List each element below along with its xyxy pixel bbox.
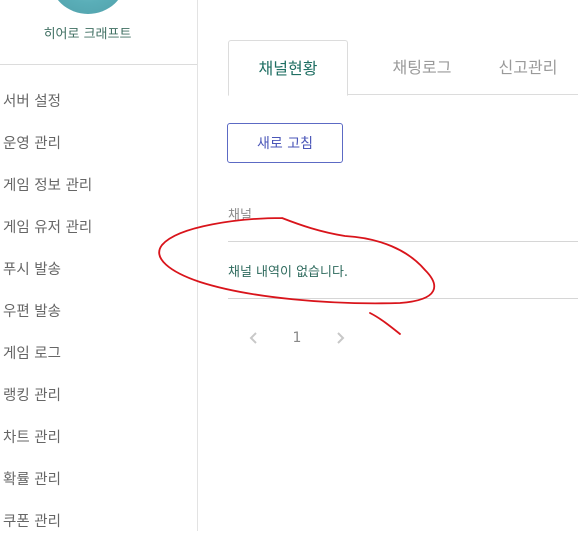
refresh-button[interactable]: 새로 고침 bbox=[227, 123, 343, 163]
table-bottom-divider bbox=[228, 298, 578, 299]
tab-report-management[interactable]: 신고관리 bbox=[484, 40, 572, 94]
sidebar: 히어로 크래프트 서버 설정 운영 관리 게임 정보 관리 게임 유저 관리 푸… bbox=[0, 0, 198, 531]
avatar bbox=[50, 0, 126, 14]
tab-bar: 채널현황 채팅로그 신고관리 bbox=[228, 40, 578, 96]
tab-channel-status[interactable]: 채널현황 bbox=[228, 40, 348, 96]
sidebar-item-push[interactable]: 푸시 발송 bbox=[3, 258, 92, 300]
empty-message: 채널 내역이 없습니다. bbox=[228, 265, 349, 280]
column-header-channel: 채널 bbox=[228, 208, 252, 223]
table-header-divider bbox=[228, 241, 578, 242]
sidebar-item-ranking[interactable]: 랭킹 관리 bbox=[3, 384, 92, 426]
sidebar-item-game-log[interactable]: 게임 로그 bbox=[3, 342, 92, 384]
sidebar-item-coupon[interactable]: 쿠폰 관리 bbox=[3, 510, 92, 552]
sidebar-menu: 서버 설정 운영 관리 게임 정보 관리 게임 유저 관리 푸시 발송 우편 발… bbox=[3, 90, 92, 552]
chevron-left-icon[interactable] bbox=[244, 326, 262, 350]
sidebar-item-server-settings[interactable]: 서버 설정 bbox=[3, 90, 92, 132]
sidebar-item-game-users[interactable]: 게임 유저 관리 bbox=[3, 216, 92, 258]
page-number[interactable]: 1 bbox=[290, 326, 304, 350]
sidebar-item-operations[interactable]: 운영 관리 bbox=[3, 132, 92, 174]
sidebar-item-mail[interactable]: 우편 발송 bbox=[3, 300, 92, 342]
sidebar-item-game-info[interactable]: 게임 정보 관리 bbox=[3, 174, 92, 216]
sidebar-item-chart[interactable]: 차트 관리 bbox=[3, 426, 92, 468]
sidebar-item-probability[interactable]: 확률 관리 bbox=[3, 468, 92, 510]
sidebar-divider bbox=[0, 64, 197, 65]
tab-chat-log[interactable]: 채팅로그 bbox=[364, 40, 480, 94]
chevron-right-icon[interactable] bbox=[332, 326, 350, 350]
brand-name: 히어로 크래프트 bbox=[43, 27, 132, 42]
